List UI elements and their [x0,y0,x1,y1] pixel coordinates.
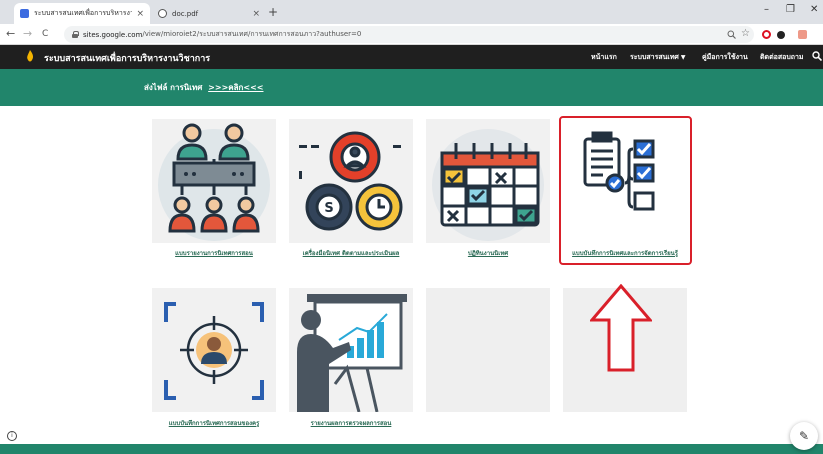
forward-button[interactable]: → [23,27,32,40]
search-icon[interactable] [812,51,822,61]
nav-manual[interactable]: คู่มือการใช้งาน [702,52,748,63]
nav-info-system[interactable]: ระบบสารสนเทศ ▼ [630,52,686,63]
svg-text:S: S [324,201,333,216]
card-caption[interactable]: ปฏิทินงานนิเทศ [426,248,550,258]
card-teaching-inspection[interactable] [289,288,413,412]
highlight-box [559,116,692,265]
card-supervision-report[interactable] [152,119,276,243]
nav-contact[interactable]: ติดต่อสอบถาม [760,52,804,63]
banner-label: ส่งไฟล์ การนิเทศ [144,83,203,92]
info-icon[interactable]: i [7,431,17,441]
browser-tab-pdf[interactable]: doc.pdf × [152,3,266,24]
up-arrow-icon [590,284,652,372]
tab-close-icon[interactable]: × [136,9,144,19]
banner: ส่งไฟล์ การนิเทศ >>>คลิก<<< [0,69,823,106]
minimize-button[interactable]: – [764,4,769,15]
pdf-favicon-icon [158,9,167,18]
card-teacher-record[interactable] [152,288,276,412]
zoom-icon[interactable] [727,30,736,39]
card-supervision-calendar[interactable] [426,119,550,243]
banner-text: ส่งไฟล์ การนิเทศ >>>คลิก<<< [144,81,263,94]
tab-title: ระบบสารสนเทศเพื่อการบริหารงานวิชาก [34,9,133,17]
tab-title: doc.pdf [172,9,199,18]
card-caption[interactable]: แบบบันทึกการนิเทศการสอนของครู [152,418,276,428]
site-header: ระบบสารสนเทศเพื่อการบริหารงานวิชาการ หน้… [0,45,823,69]
back-button[interactable]: ← [6,27,15,40]
close-window-button[interactable]: ✕ [810,4,818,15]
browser-tab-active[interactable]: ระบบสารสนเทศเพื่อการบริหารงานวิชาก × [14,3,150,24]
card-caption[interactable]: รายงานผลการตรวจผลการสอน [289,418,413,428]
extension-icon[interactable] [777,31,785,39]
card-supervision-tools[interactable]: S [289,119,413,243]
url-host: sites.google.com [83,30,143,39]
nav-info-system-label: ระบบสารสนเทศ [630,53,679,61]
reload-button[interactable]: C [42,29,48,39]
url-path: /view/mioroiet2/ระบบสารสนเทศ/การนเทศการส… [142,30,362,38]
presentation-icon [297,294,407,412]
target-person-icon [164,302,264,400]
site-favicon-icon [20,9,29,18]
address-toolbar: ← → C sites.google.com /view/mioroiet2/ร… [0,24,823,45]
tab-close-icon[interactable]: × [252,9,260,19]
user-icon[interactable] [798,30,807,39]
card-caption[interactable]: เครื่องมือนิเทศ ติดตามและประเมินผล [289,248,413,258]
browser-tab-bar: ระบบสารสนเทศเพื่อการบริหารงานวิชาก × doc… [0,0,823,24]
card-blank [426,288,550,412]
calendar-icon [432,129,544,241]
lock-icon [72,31,79,38]
footer-bar [0,444,823,454]
site-title[interactable]: ระบบสารสนเทศเพื่อการบริหารงานวิชาการ [44,51,210,65]
star-icon[interactable]: ☆ [741,28,750,39]
edit-fab-button[interactable]: ✎ [790,422,818,450]
chevron-down-icon: ▼ [680,54,686,61]
maximize-button[interactable]: ❐ [786,4,795,15]
address-bar[interactable]: sites.google.com /view/mioroiet2/ระบบสาร… [64,26,754,43]
banner-click-link[interactable]: >>>คลิก<<< [208,83,263,92]
nav-home[interactable]: หน้าแรก [591,52,617,63]
flame-logo-icon [27,50,34,62]
opera-icon[interactable] [762,30,771,39]
card-caption[interactable]: แบบรายงานการนิเทศการสอน [152,248,276,258]
card-caption[interactable]: แบบบันทึกการนิเทศและการจัดการเรียนรู้ [563,248,687,258]
org-chart-icon [158,123,270,241]
gears-icon: S [299,131,403,231]
new-tab-button[interactable]: + [268,5,278,19]
